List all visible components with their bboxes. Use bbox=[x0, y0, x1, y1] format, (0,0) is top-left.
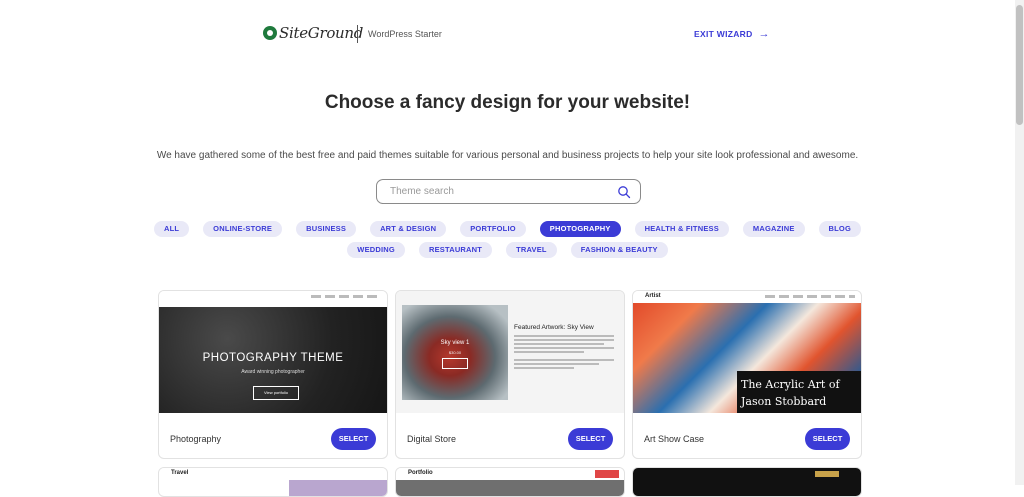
preview-heading: PHOTOGRAPHY THEME bbox=[202, 352, 344, 364]
category-chip-travel[interactable]: TRAVEL bbox=[506, 242, 557, 258]
preview-button: View portfolio bbox=[253, 386, 299, 400]
preview-text: Featured Artwork: Sky View bbox=[514, 324, 614, 371]
theme-preview[interactable]: Sky view 1 $30.00 Featured Artwork: Sky … bbox=[396, 291, 624, 413]
preview-heading: Featured Artwork: Sky View bbox=[514, 324, 594, 331]
preview-brand: Portfolio bbox=[408, 470, 433, 476]
siteground-logo-icon bbox=[263, 26, 277, 40]
preview-nav: Artist bbox=[633, 291, 861, 303]
siteground-logo[interactable]: SiteGround bbox=[263, 24, 363, 42]
category-chip-all[interactable]: ALL bbox=[153, 221, 190, 237]
category-chip-restaurant[interactable]: RESTAURANT bbox=[418, 242, 493, 258]
category-chip-fashion-beauty[interactable]: FASHION & BEAUTY bbox=[570, 242, 668, 258]
product-name: WordPress Starter bbox=[368, 29, 442, 39]
header: SiteGround WordPress Starter EXIT WIZARD… bbox=[0, 0, 1015, 68]
theme-card-digital-store[interactable]: Sky view 1 $30.00 Featured Artwork: Sky … bbox=[395, 290, 625, 459]
select-button[interactable]: SELECT bbox=[568, 428, 613, 450]
category-chip-health-fitness[interactable]: HEALTH & FITNESS bbox=[634, 221, 729, 237]
arrow-right-icon: → bbox=[758, 28, 770, 40]
theme-card-portfolio[interactable]: Portfolio bbox=[395, 467, 625, 497]
preview-product-image: Sky view 1 $30.00 bbox=[402, 305, 508, 400]
exit-wizard-label: EXIT WIZARD bbox=[694, 29, 753, 39]
theme-preview[interactable]: Artist The Acrylic Art of Jason Stobbard bbox=[633, 291, 861, 413]
preview-product-price: $30.00 bbox=[448, 350, 462, 355]
theme-card-photography[interactable]: PHOTOGRAPHY THEME Award winning photogra… bbox=[158, 290, 388, 459]
scrollbar[interactable] bbox=[1015, 0, 1024, 485]
theme-name: Art Show Case bbox=[644, 434, 705, 444]
scrollbar-thumb[interactable] bbox=[1016, 5, 1023, 125]
preview-tagline: Award winning photographer bbox=[241, 369, 305, 375]
category-chip-blog[interactable]: BLOG bbox=[818, 221, 861, 237]
theme-name: Photography bbox=[170, 434, 222, 444]
category-chip-photography[interactable]: PHOTOGRAPHY bbox=[539, 221, 621, 237]
preview-brand: Travel bbox=[171, 470, 189, 476]
search-input[interactable] bbox=[388, 185, 612, 198]
theme-card-dark[interactable] bbox=[632, 467, 862, 497]
preview-product-name: Sky view 1 bbox=[440, 340, 470, 346]
logo-text: SiteGround bbox=[279, 24, 364, 42]
header-divider bbox=[357, 25, 358, 43]
theme-search[interactable] bbox=[376, 179, 641, 204]
category-chip-business[interactable]: BUSINESS bbox=[296, 221, 357, 237]
page-subtitle: We have gathered some of the best free a… bbox=[156, 150, 859, 161]
exit-wizard-link[interactable]: EXIT WIZARD → bbox=[694, 28, 770, 40]
preview-nav bbox=[159, 291, 387, 303]
select-button[interactable]: SELECT bbox=[805, 428, 850, 450]
theme-card-art-show-case[interactable]: Artist The Acrylic Art of Jason Stobbard… bbox=[632, 290, 862, 459]
preview-hero: PHOTOGRAPHY THEME Award winning photogra… bbox=[159, 307, 387, 413]
category-chip-magazine[interactable]: MAGAZINE bbox=[742, 221, 805, 237]
category-chip-art-design[interactable]: ART & DESIGN bbox=[370, 221, 447, 237]
theme-name: Digital Store bbox=[407, 434, 457, 444]
category-chip-online-store[interactable]: ONLINE-STORE bbox=[203, 221, 283, 237]
category-chip-portfolio[interactable]: PORTFOLIO bbox=[460, 221, 526, 237]
theme-preview[interactable]: PHOTOGRAPHY THEME Award winning photogra… bbox=[159, 291, 387, 413]
theme-card-travel[interactable]: Travel bbox=[158, 467, 388, 497]
preview-caption: The Acrylic Art of Jason Stobbard bbox=[737, 371, 861, 413]
category-filters-row-2: WEDDING RESTAURANT TRAVEL FASHION & BEAUTY bbox=[0, 242, 1015, 258]
select-button[interactable]: SELECT bbox=[331, 428, 376, 450]
category-chip-wedding[interactable]: WEDDING bbox=[347, 242, 405, 258]
search-icon[interactable] bbox=[617, 185, 631, 199]
category-filters-row-1: ALL ONLINE-STORE BUSINESS ART & DESIGN PORTF… bbox=[0, 221, 1015, 237]
preview-brand: Artist bbox=[645, 293, 661, 299]
page-title: Choose a fancy design for your website! bbox=[324, 92, 691, 113]
